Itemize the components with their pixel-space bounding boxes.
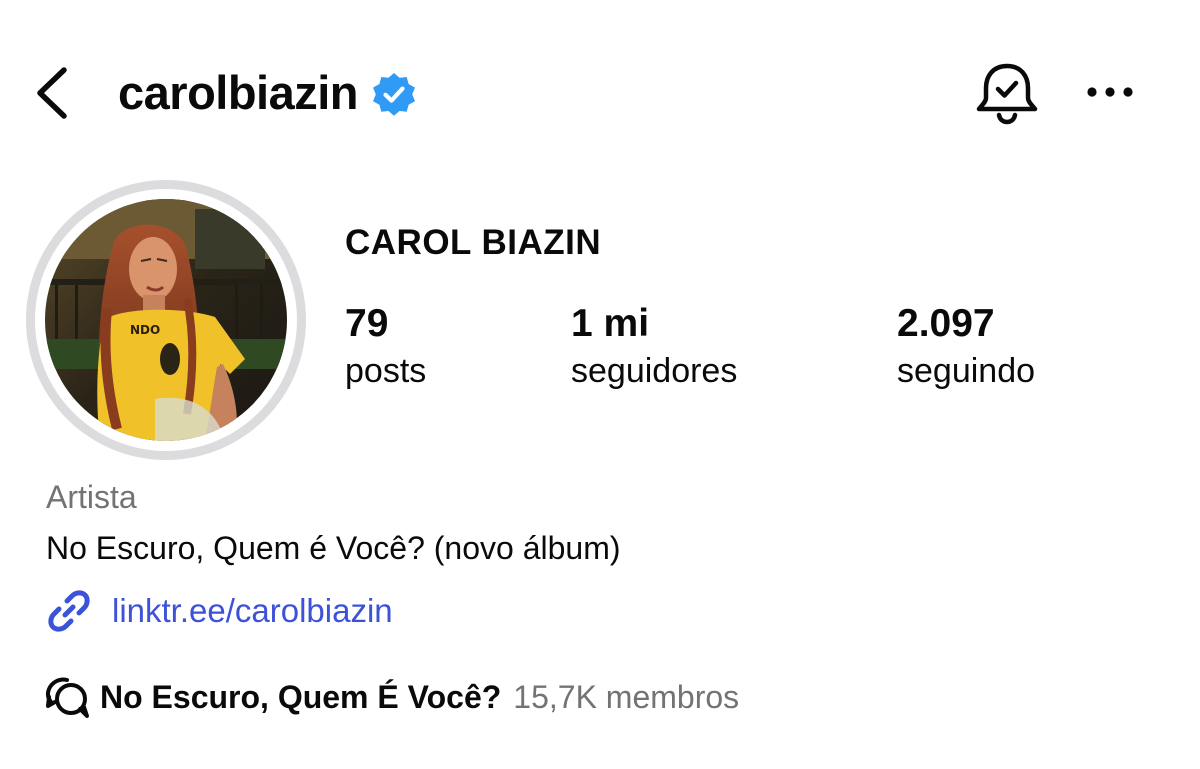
verified-badge-icon: [373, 73, 416, 116]
chevron-left-icon: [37, 67, 67, 119]
profile-photo: NDO: [45, 199, 287, 441]
more-options-button[interactable]: [1080, 72, 1140, 112]
posts-count[interactable]: 79 posts: [345, 300, 426, 394]
posts-count-label: posts: [345, 352, 427, 390]
followers-count-label: seguidores: [571, 352, 738, 390]
svg-text:NDO: NDO: [130, 323, 160, 337]
following-count-value: 2.097: [897, 302, 995, 345]
channel-members-count: 15,7K membros: [513, 679, 740, 715]
more-horizontal-icon: [1087, 87, 1133, 97]
chat-bubbles-icon: [46, 677, 89, 718]
channel-name: No Escuro, Quem É Você?: [100, 679, 502, 715]
username-row: carolbiazin: [118, 62, 418, 124]
profile-category: Artista: [46, 479, 137, 515]
link-icon: [48, 590, 90, 632]
avatar-story-ring[interactable]: NDO: [26, 180, 306, 460]
followers-count-value: 1 mi: [571, 302, 650, 345]
profile-header: carolbiazin: [0, 0, 1200, 190]
bell-check-icon: [976, 63, 1038, 125]
profile-display-name: CAROL BIAZIN: [345, 223, 602, 262]
username: carolbiazin: [118, 66, 359, 119]
bio-link[interactable]: linktr.ee/carolbiazin: [44, 586, 393, 636]
bio-link-text: linktr.ee/carolbiazin: [112, 592, 393, 629]
posts-count-value: 79: [345, 302, 389, 345]
following-count-label: seguindo: [897, 352, 1036, 390]
followers-count[interactable]: 1 mi seguidores: [571, 300, 737, 394]
broadcast-channel[interactable]: No Escuro, Quem É Você? 15,7K membros: [44, 672, 739, 722]
avatar: NDO: [45, 199, 287, 441]
bio-text: No Escuro, Quem é Você? (novo álbum): [46, 530, 621, 566]
back-button[interactable]: [28, 62, 78, 124]
following-count[interactable]: 2.097 seguindo: [897, 300, 1035, 394]
notifications-button[interactable]: [972, 60, 1042, 128]
